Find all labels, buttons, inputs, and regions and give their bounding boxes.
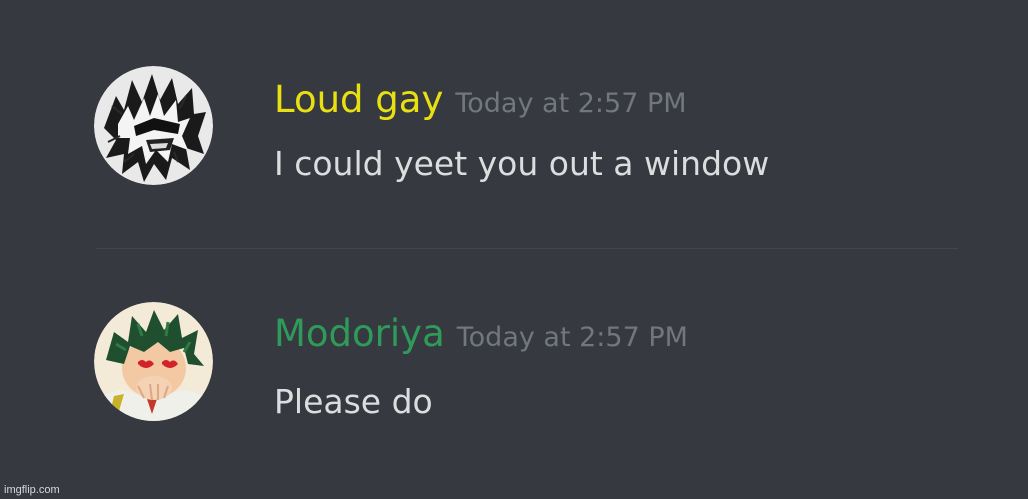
username[interactable]: Modoriya	[274, 312, 445, 355]
user-avatar[interactable]	[94, 66, 213, 185]
message-header: Modoriya Today at 2:57 PM	[274, 310, 688, 362]
user-avatar[interactable]	[94, 302, 213, 421]
watermark: imgflip.com	[4, 484, 60, 496]
message-text: I could yeet you out a window	[274, 144, 770, 183]
message-divider	[96, 248, 958, 249]
timestamp: Today at 2:57 PM	[456, 322, 688, 353]
message-text: Please do	[274, 382, 433, 421]
message-header: Loud gay Today at 2:57 PM	[274, 76, 687, 128]
manga-character-avatar-icon	[94, 66, 213, 185]
timestamp: Today at 2:57 PM	[455, 88, 687, 119]
green-haired-character-avatar-icon	[94, 302, 213, 421]
username[interactable]: Loud gay	[274, 78, 443, 121]
